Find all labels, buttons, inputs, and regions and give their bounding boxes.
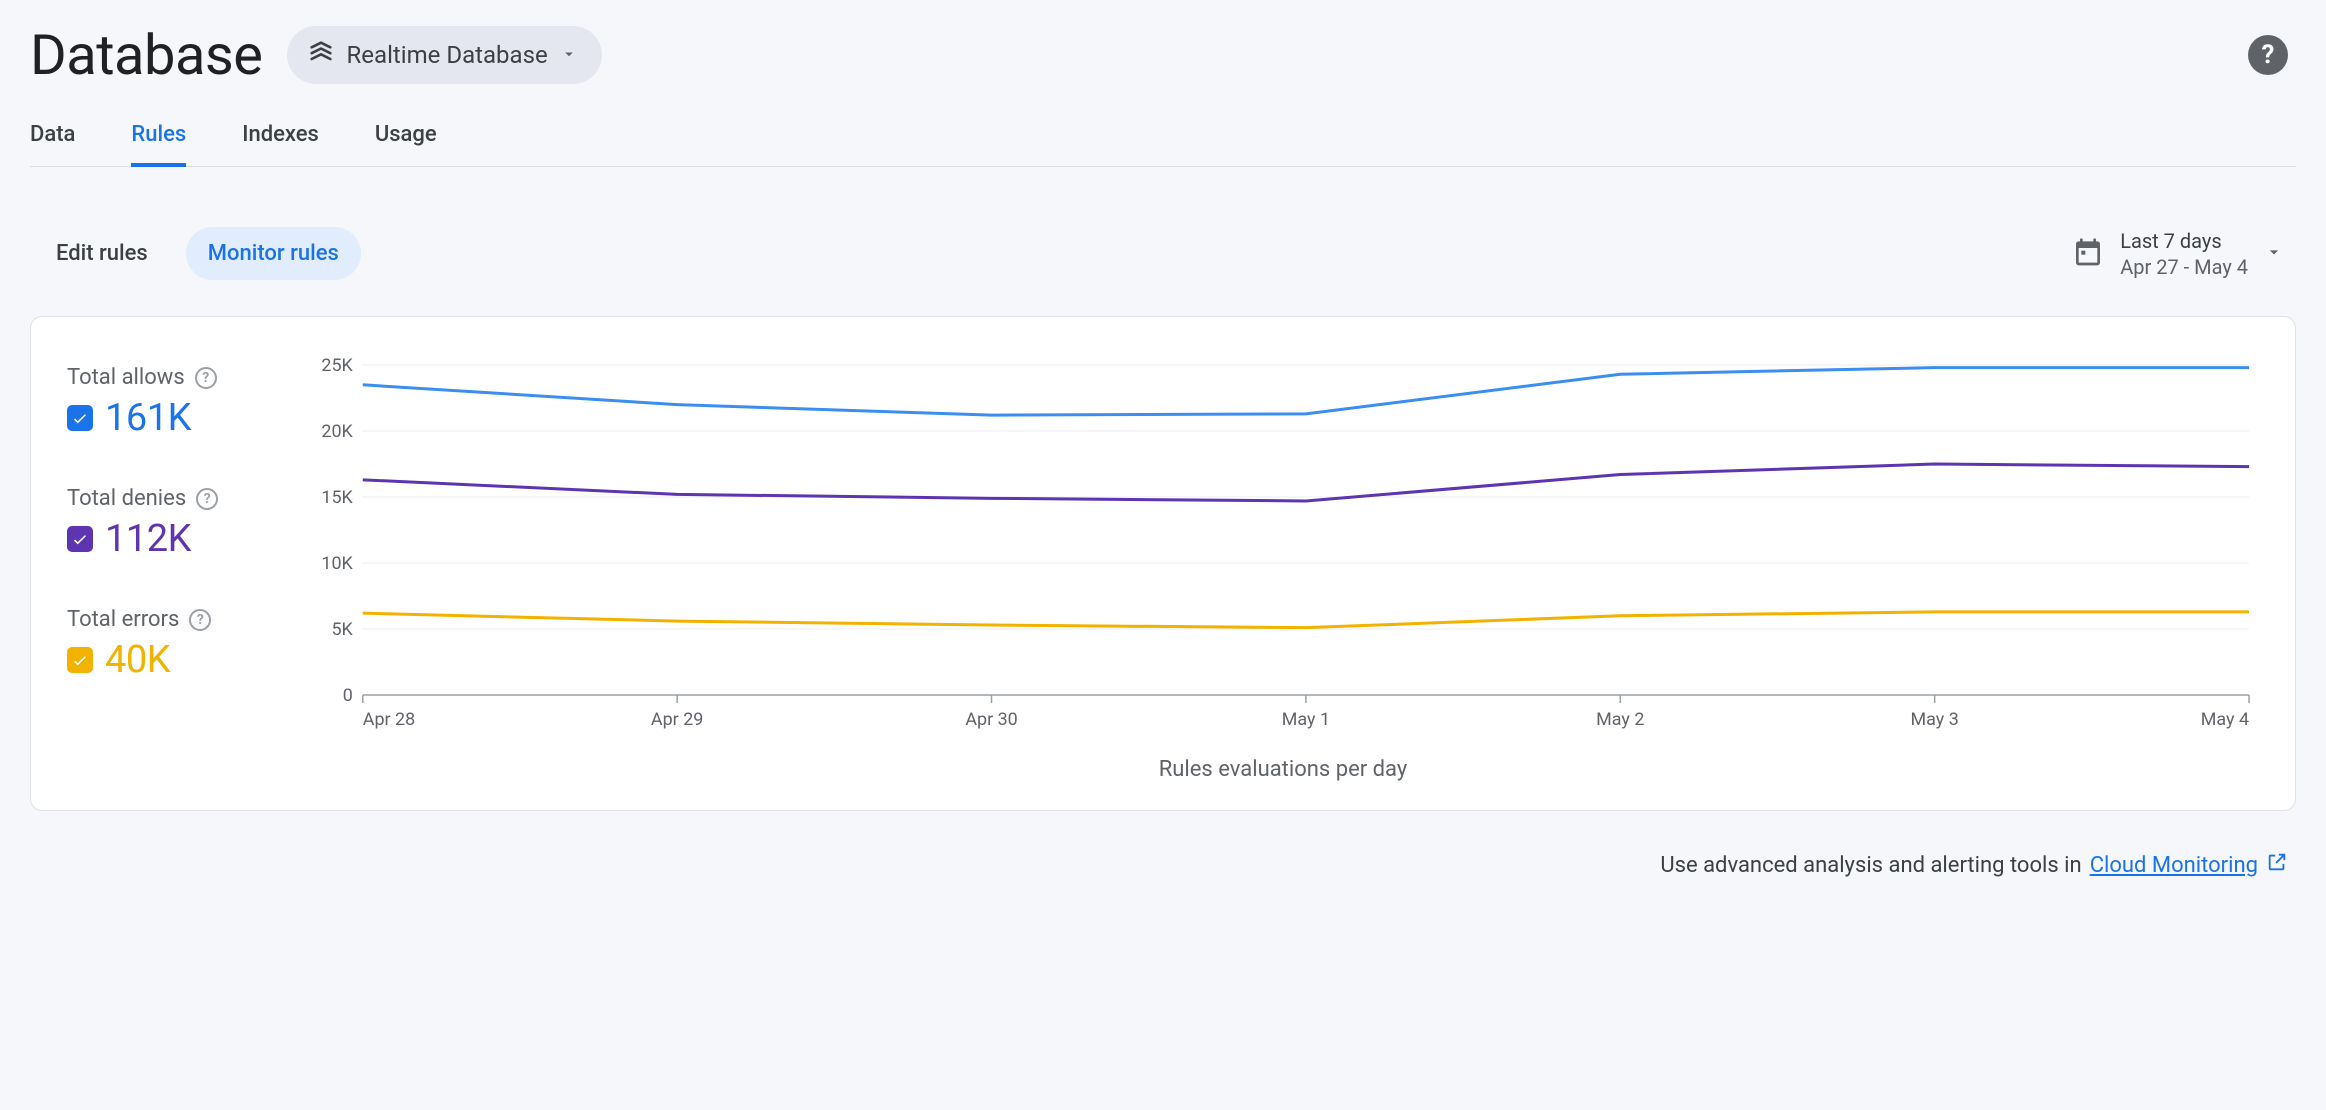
- svg-text:0: 0: [343, 685, 353, 706]
- page-header: Database Realtime Database ?: [30, 22, 2296, 88]
- date-range-picker[interactable]: Last 7 days Apr 27 - May 4: [2072, 228, 2292, 280]
- svg-text:Apr 28: Apr 28: [363, 709, 415, 730]
- svg-text:20K: 20K: [321, 421, 353, 442]
- caret-down-icon: [2264, 242, 2284, 266]
- realtime-db-icon: [307, 38, 335, 72]
- svg-text:15K: 15K: [321, 487, 353, 508]
- svg-text:25K: 25K: [321, 357, 353, 376]
- date-range-line1: Last 7 days: [2120, 228, 2248, 254]
- svg-text:Apr 29: Apr 29: [651, 709, 703, 730]
- date-range-line2: Apr 27 - May 4: [2120, 254, 2248, 280]
- subtab-monitor-rules[interactable]: Monitor rules: [186, 227, 361, 280]
- svg-text:5K: 5K: [331, 619, 353, 640]
- help-icon[interactable]: ?: [195, 367, 217, 389]
- metric-errors-checkbox[interactable]: [67, 647, 93, 673]
- metric-denies-checkbox[interactable]: [67, 526, 93, 552]
- metric-allows-label: Total allows: [67, 365, 185, 390]
- footer-text-prefix: Use advanced analysis and alerting tools…: [1660, 853, 2081, 878]
- rules-evaluations-chart: 0 5K 10K 15K 20K 25K Apr 28 Apr 29 Apr 30 May 1 Ma…: [307, 357, 2259, 782]
- rules-subheader: Edit rules Monitor rules Last 7 days Apr…: [30, 227, 2296, 280]
- tab-indexes[interactable]: Indexes: [242, 122, 319, 167]
- tab-rules[interactable]: Rules: [131, 122, 186, 167]
- svg-text:May 1: May 1: [1282, 709, 1330, 730]
- chart-x-axis-label: Rules evaluations per day: [307, 757, 2259, 782]
- metric-total-errors: Total errors ? 40K: [67, 607, 277, 682]
- page-title: Database: [30, 22, 263, 88]
- help-icon[interactable]: ?: [196, 488, 218, 510]
- metric-denies-label: Total denies: [67, 486, 186, 511]
- svg-text:May 3: May 3: [1911, 709, 1959, 730]
- tab-data[interactable]: Data: [30, 122, 75, 167]
- rules-subtabs: Edit rules Monitor rules: [34, 227, 361, 280]
- footer-cloud-monitoring: Use advanced analysis and alerting tools…: [30, 851, 2296, 879]
- title-group: Database Realtime Database: [30, 22, 602, 88]
- metric-errors-value: 40K: [105, 638, 170, 682]
- svg-text:10K: 10K: [321, 553, 353, 574]
- metric-total-allows: Total allows ? 161K: [67, 365, 277, 440]
- database-selector-label: Realtime Database: [347, 41, 548, 69]
- metric-errors-label: Total errors: [67, 607, 179, 632]
- metric-allows-checkbox[interactable]: [67, 405, 93, 431]
- help-icon[interactable]: ?: [189, 609, 211, 631]
- tab-usage[interactable]: Usage: [375, 122, 437, 167]
- metric-total-denies: Total denies ? 112K: [67, 486, 277, 561]
- svg-text:May 2: May 2: [1596, 709, 1644, 730]
- calendar-icon: [2072, 236, 2104, 272]
- rules-metrics-card: Total allows ? 161K Total denies ?: [30, 316, 2296, 811]
- section-tabs: Data Rules Indexes Usage: [30, 122, 2296, 167]
- help-icon[interactable]: ?: [2248, 35, 2288, 75]
- cloud-monitoring-link[interactable]: Cloud Monitoring: [2090, 853, 2258, 878]
- svg-text:Apr 30: Apr 30: [965, 709, 1017, 730]
- subtab-edit-rules[interactable]: Edit rules: [34, 227, 170, 280]
- metric-denies-value: 112K: [105, 517, 191, 561]
- metrics-legend: Total allows ? 161K Total denies ?: [67, 365, 277, 782]
- external-link-icon: [2266, 851, 2288, 879]
- date-range-text: Last 7 days Apr 27 - May 4: [2120, 228, 2248, 280]
- svg-text:May 4: May 4: [2201, 709, 2249, 730]
- metric-allows-value: 161K: [105, 396, 191, 440]
- database-selector[interactable]: Realtime Database: [287, 26, 602, 84]
- caret-down-icon: [560, 41, 578, 69]
